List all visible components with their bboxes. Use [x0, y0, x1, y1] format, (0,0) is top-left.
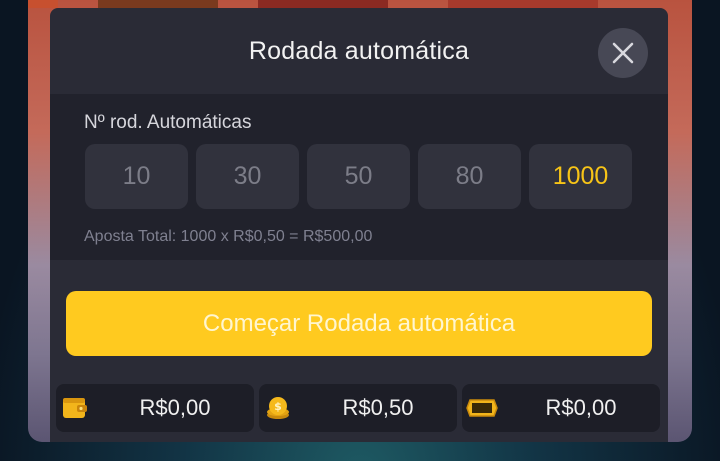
- close-button[interactable]: [598, 28, 648, 78]
- autospin-option-50[interactable]: 50: [307, 144, 410, 209]
- autospin-option-80[interactable]: 80: [418, 144, 521, 209]
- wallet-icon: [63, 398, 87, 418]
- autospin-modal: Rodada automática Nº rod. Automáticas 10…: [50, 8, 668, 442]
- modal-title: Rodada automática: [248, 36, 470, 65]
- stats-bar: R$0,00 $ R$0,50 R$0,00: [56, 384, 660, 432]
- autospin-count-label: Nº rod. Automáticas: [84, 112, 252, 133]
- coins-icon: $: [267, 397, 289, 419]
- close-icon: [612, 42, 634, 64]
- autospin-options: 10 30 50 80 1000: [85, 144, 668, 209]
- autospin-option-1000[interactable]: 1000: [529, 144, 632, 209]
- total-bet-text: Aposta Total: 1000 x R$0,50 = R$500,00: [84, 228, 373, 245]
- win-display: R$0,00: [462, 384, 660, 432]
- autospin-option-30[interactable]: 30: [196, 144, 299, 209]
- svg-text:$: $: [274, 400, 282, 413]
- bet-display: $ R$0,50: [259, 384, 457, 432]
- autospin-option-10[interactable]: 10: [85, 144, 188, 209]
- win-badge-icon: [466, 399, 498, 417]
- autospin-count-section: Nº rod. Automáticas 10 30 50 80 1000 Apo…: [50, 94, 668, 260]
- start-autospin-button[interactable]: Começar Rodada automática: [66, 291, 652, 356]
- balance-display: R$0,00: [56, 384, 254, 432]
- modal-header: Rodada automática: [50, 8, 668, 94]
